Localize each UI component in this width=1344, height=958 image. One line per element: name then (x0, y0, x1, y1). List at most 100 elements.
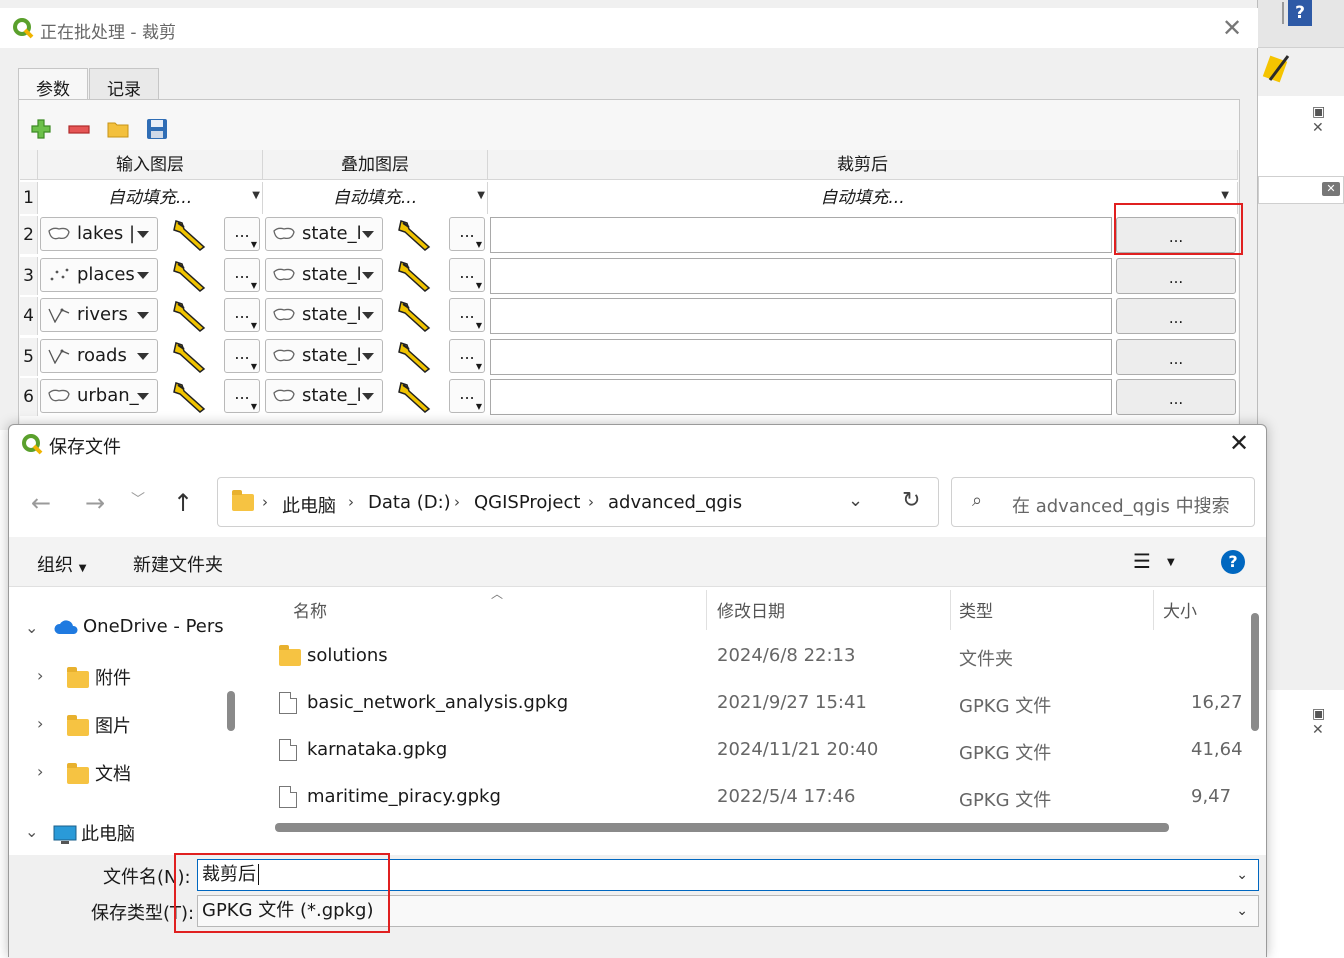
close-icon[interactable]: ✕ (1222, 14, 1242, 42)
breadcrumb-qgisproject[interactable]: QGISProject (474, 492, 580, 513)
overlay-layer-combo[interactable]: state_l (265, 258, 383, 292)
remove-row-icon[interactable] (68, 118, 90, 140)
column-header-size[interactable]: 大小 (1163, 597, 1197, 622)
file-row[interactable]: maritime_piracy.gpkg 2022/5/4 17:46 GPKG 文… (249, 776, 1249, 822)
tab-log[interactable]: 记录 (89, 68, 159, 100)
tree-item-onedrive[interactable]: OneDrive - Pers (53, 616, 224, 637)
chevron-right-icon[interactable]: › (37, 762, 43, 781)
column-header-input-layer[interactable]: 输入图层 (38, 150, 263, 180)
file-row[interactable]: solutions 2024/6/8 22:13 文件夹 (249, 635, 1249, 681)
output-path-input[interactable] (490, 217, 1112, 253)
overlay-layer-combo[interactable]: state_l (265, 339, 383, 373)
wrench-icon[interactable] (397, 217, 437, 251)
input-options-button[interactable]: ... ▼ (224, 217, 260, 251)
overlay-options-button[interactable]: ... ▼ (449, 258, 485, 292)
polygon-layer-icon (273, 308, 295, 321)
tab-parameters[interactable]: 参数 (18, 68, 88, 101)
input-options-button[interactable]: ... ▼ (224, 339, 260, 373)
wrench-icon[interactable] (397, 339, 437, 373)
close-icon[interactable]: ✕ (1229, 429, 1249, 457)
file-list-vertical-scrollbar[interactable] (1251, 613, 1259, 731)
wrench-icon[interactable] (172, 379, 212, 413)
clear-search-icon[interactable]: ✕ (1322, 182, 1340, 196)
column-header-name[interactable]: 名称 (293, 597, 327, 622)
wrench-icon[interactable] (397, 379, 437, 413)
wrench-icon[interactable] (172, 298, 212, 332)
column-header-clipped-output[interactable]: 裁剪后 (488, 150, 1238, 180)
column-header-type[interactable]: 类型 (959, 597, 993, 622)
wrench-icon[interactable] (172, 258, 212, 292)
file-list-horizontal-scrollbar[interactable] (275, 823, 1169, 832)
breadcrumb-this-pc[interactable]: 此电脑 (282, 492, 336, 518)
tree-item-attachments[interactable]: 附件 (67, 664, 131, 690)
input-layer-combo[interactable]: urban_ (40, 379, 158, 413)
organize-button[interactable]: 组织 ▼ (37, 551, 86, 577)
chevron-right-icon[interactable]: › (37, 714, 43, 733)
wrench-icon[interactable] (397, 298, 437, 332)
chevron-down-icon[interactable]: ⌄ (25, 618, 38, 637)
input-options-button[interactable]: ... ▼ (224, 298, 260, 332)
tree-item-this-pc[interactable]: 此电脑 (53, 820, 135, 846)
save-icon[interactable] (146, 118, 168, 140)
chevron-right-icon: › (348, 493, 354, 511)
up-icon[interactable]: ↑ (173, 489, 193, 517)
back-icon[interactable]: ← (31, 489, 51, 517)
autofill-overlay-layer[interactable]: 自动填充... ▼ (263, 182, 488, 214)
browse-output-button[interactable]: ... (1116, 379, 1236, 415)
overlay-layer-combo[interactable]: state_l (265, 379, 383, 413)
panel-float-close-icons[interactable]: ▣ ✕ (1312, 104, 1344, 136)
chevron-down-icon[interactable]: ⌄ (848, 490, 863, 511)
address-bar[interactable]: › 此电脑 › Data (D:) › QGISProject › advanc… (217, 477, 939, 527)
breadcrumb-advanced-qgis[interactable]: advanced_qgis (608, 492, 742, 513)
input-layer-combo[interactable]: rivers (40, 298, 158, 332)
input-layer-combo[interactable]: lakes | (40, 217, 158, 251)
output-path-input[interactable] (490, 298, 1112, 334)
open-folder-icon[interactable] (107, 118, 129, 140)
panel-float-close-icons-2[interactable]: ▣ ✕ (1312, 706, 1344, 738)
chevron-right-icon[interactable]: › (37, 666, 43, 685)
chevron-down-icon[interactable]: ⌄ (1236, 860, 1248, 890)
file-row[interactable]: basic_network_analysis.gpkg 2021/9/27 15:… (249, 682, 1249, 728)
search-box[interactable]: ⌕ 在 advanced_qgis 中搜索 (951, 477, 1255, 527)
browse-output-button[interactable]: ... (1116, 258, 1236, 294)
overlay-options-button[interactable]: ... ▼ (449, 217, 485, 251)
help-icon[interactable]: ? (1288, 0, 1312, 26)
overlay-layer-combo[interactable]: state_l (265, 298, 383, 332)
wrench-icon[interactable] (397, 258, 437, 292)
output-path-input[interactable] (490, 339, 1112, 375)
new-folder-button[interactable]: 新建文件夹 (133, 551, 223, 577)
view-options-icon[interactable]: ☰ (1133, 549, 1151, 573)
tree-item-documents[interactable]: 文档 (67, 760, 131, 786)
dropdown-arrow-icon (362, 272, 374, 279)
file-row[interactable]: karnataka.gpkg 2024/11/21 20:40 GPKG 文件 41,… (249, 729, 1249, 775)
input-layer-combo[interactable]: places (40, 258, 158, 292)
breadcrumb-data-drive[interactable]: Data (D:) (368, 492, 451, 513)
wrench-icon[interactable] (172, 339, 212, 373)
toolbar-separator (1282, 2, 1284, 24)
column-header-overlay-layer[interactable]: 叠加图层 (263, 150, 488, 180)
input-options-button[interactable]: ... ▼ (224, 258, 260, 292)
overlay-options-button[interactable]: ... ▼ (449, 379, 485, 413)
wrench-icon[interactable] (172, 217, 212, 251)
input-options-button[interactable]: ... ▼ (224, 379, 260, 413)
add-row-icon[interactable] (30, 118, 52, 140)
digitize-tool-icon[interactable] (1262, 50, 1292, 86)
overlay-options-button[interactable]: ... ▼ (449, 298, 485, 332)
tree-item-pictures[interactable]: 图片 (67, 712, 131, 738)
recent-locations-icon[interactable]: ﹀ (131, 489, 145, 509)
overlay-options-button[interactable]: ... ▼ (449, 339, 485, 373)
chevron-down-icon[interactable]: ⌄ (25, 822, 38, 841)
caret-down-icon[interactable]: ▼ (1167, 557, 1175, 568)
output-path-input[interactable] (490, 379, 1112, 415)
browse-output-button[interactable]: ... (1116, 298, 1236, 334)
help-icon[interactable]: ? (1221, 550, 1245, 574)
input-layer-combo[interactable]: roads (40, 339, 158, 373)
forward-icon[interactable]: → (85, 489, 105, 517)
navigation-scrollbar[interactable] (227, 691, 235, 731)
column-header-date[interactable]: 修改日期 (717, 597, 785, 622)
output-path-input[interactable] (490, 258, 1112, 294)
autofill-input-layer[interactable]: 自动填充... ▼ (38, 182, 263, 214)
overlay-layer-combo[interactable]: state_l (265, 217, 383, 251)
refresh-icon[interactable]: ↻ (902, 488, 920, 513)
browse-output-button[interactable]: ... (1116, 339, 1236, 375)
